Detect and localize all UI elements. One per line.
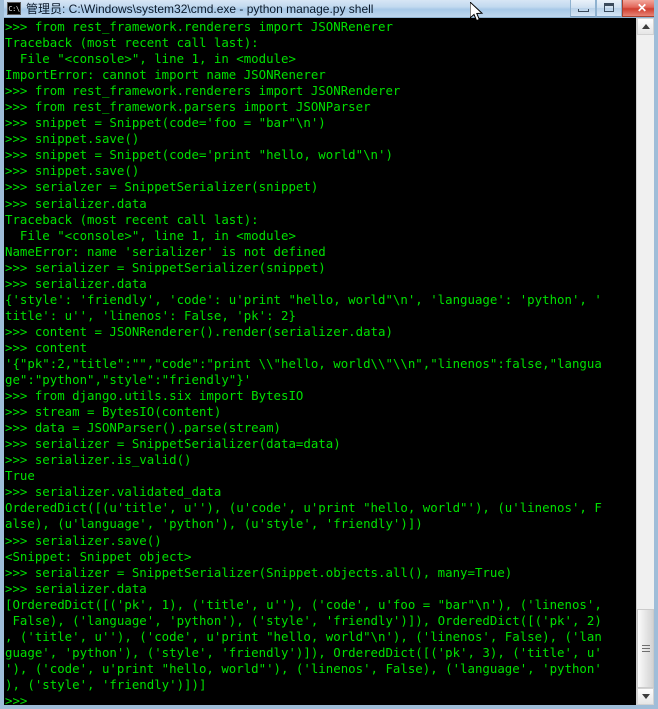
maximize-icon	[604, 3, 614, 12]
console-line: File "<console>", line 1, in <module>	[5, 227, 296, 243]
console-line: guage', 'python'), ('style', 'friendly')…	[5, 644, 602, 660]
window-controls: ✕	[570, 0, 654, 17]
console-line: ge":"python","style":"friendly"}'	[5, 372, 252, 388]
console-line: >>> serializer = SnippetSerializer(snipp…	[5, 259, 326, 275]
console-line: >>> data = JSONParser().parse(stream)	[5, 420, 282, 436]
scrollbar-track[interactable]	[637, 35, 654, 688]
grip-icon	[641, 645, 650, 652]
console-line: True	[5, 468, 35, 484]
console-line: <Snippet: Snippet object>	[5, 548, 192, 564]
scroll-down-button[interactable]	[637, 688, 654, 705]
maximize-button[interactable]	[596, 0, 622, 17]
console-window: C:\ 管理员: C:\Windows\system32\cmd.exe - p…	[0, 0, 658, 709]
console-line: File "<console>", line 1, in <module>	[5, 51, 296, 67]
console-line: >>> content = JSONRenderer().render(seri…	[5, 323, 393, 339]
title-bar[interactable]: C:\ 管理员: C:\Windows\system32\cmd.exe - p…	[4, 0, 654, 18]
console-line: >>> serializer = SnippetSerializer(Snipp…	[5, 564, 513, 580]
scrollbar-thumb[interactable]	[637, 609, 654, 688]
console-line: alse), (u'language', 'python'), (u'style…	[5, 516, 423, 532]
window-title: 管理员: C:\Windows\system32\cmd.exe - pytho…	[26, 2, 374, 16]
close-button[interactable]: ✕	[622, 0, 654, 17]
console-line: >>> serializer.validated_data	[5, 484, 222, 500]
minimize-button[interactable]	[570, 0, 596, 17]
console-line: OrderedDict([(u'title', u''), (u'code', …	[5, 500, 602, 516]
console-line: >>> from django.utils.six import BytesIO	[5, 388, 304, 404]
console-line: >>> snippet = Snippet(code='foo = "bar"\…	[5, 115, 326, 131]
console-line: >>> serialzer = SnippetSerializer(snippe…	[5, 179, 319, 195]
console-line: {'style': 'friendly', 'code': u'print "h…	[5, 291, 602, 307]
console-line: [OrderedDict([('pk', 1), ('title', u''),…	[5, 596, 602, 612]
cmd-exe-icon: C:\	[7, 2, 21, 15]
minimize-icon	[577, 8, 589, 12]
console-line: Traceback (most recent call last):	[5, 35, 259, 51]
console-line: >>> serializer = SnippetSerializer(data=…	[5, 436, 341, 452]
console-line: >>> snippet.save()	[5, 163, 140, 179]
console-line: ImportError: cannot import name JSONRene…	[5, 67, 326, 83]
console-line: >>> from rest_framework.renderers import…	[5, 19, 393, 34]
console-line: >>> snippet.save()	[5, 131, 140, 147]
console-line: >>>	[5, 692, 28, 705]
console-line: False), ('language', 'python'), ('style'…	[5, 612, 602, 628]
console-line: >>> serializer.data	[5, 275, 147, 291]
chevron-down-icon	[641, 694, 650, 699]
console-line: Traceback (most recent call last):	[5, 211, 259, 227]
console-line: >>> stream = BytesIO(content)	[5, 404, 222, 420]
console-line: ), ('style', 'friendly')])]	[5, 676, 207, 692]
console-line: >>> serializer.data	[5, 580, 147, 596]
vertical-scrollbar[interactable]	[636, 18, 654, 705]
console-output-area[interactable]: >>> from rest_framework.renderers import…	[4, 18, 644, 705]
console-line: '), ('code', u'print "hello, world"'), (…	[5, 660, 602, 676]
scroll-up-button[interactable]	[637, 18, 654, 35]
console-line: >>> from rest_framework.renderers import…	[5, 83, 401, 99]
title-bar-left: C:\ 管理员: C:\Windows\system32\cmd.exe - p…	[4, 0, 570, 17]
console-line: >>> from rest_framework.parsers import J…	[5, 99, 371, 115]
console-line: , ('title', u''), ('code', u'print "hell…	[5, 628, 602, 644]
console-line: >>> serializer.save()	[5, 532, 162, 548]
console-line: >>> snippet = Snippet(code='print "hello…	[5, 147, 393, 163]
console-line: '{"pk":2,"title":"","code":"print \\"hel…	[5, 355, 602, 371]
console-line: >>> serializer.is_valid()	[5, 452, 192, 468]
console-line: NameError: name 'serializer' is not defi…	[5, 243, 326, 259]
console-text: >>> from rest_framework.renderers import…	[5, 19, 644, 705]
chevron-up-icon	[641, 24, 650, 29]
console-line: >>> content	[5, 339, 88, 355]
console-line: >>> serializer.data	[5, 195, 147, 211]
console-line: title': u'', 'linenos': False, 'pk': 2}	[5, 307, 296, 323]
